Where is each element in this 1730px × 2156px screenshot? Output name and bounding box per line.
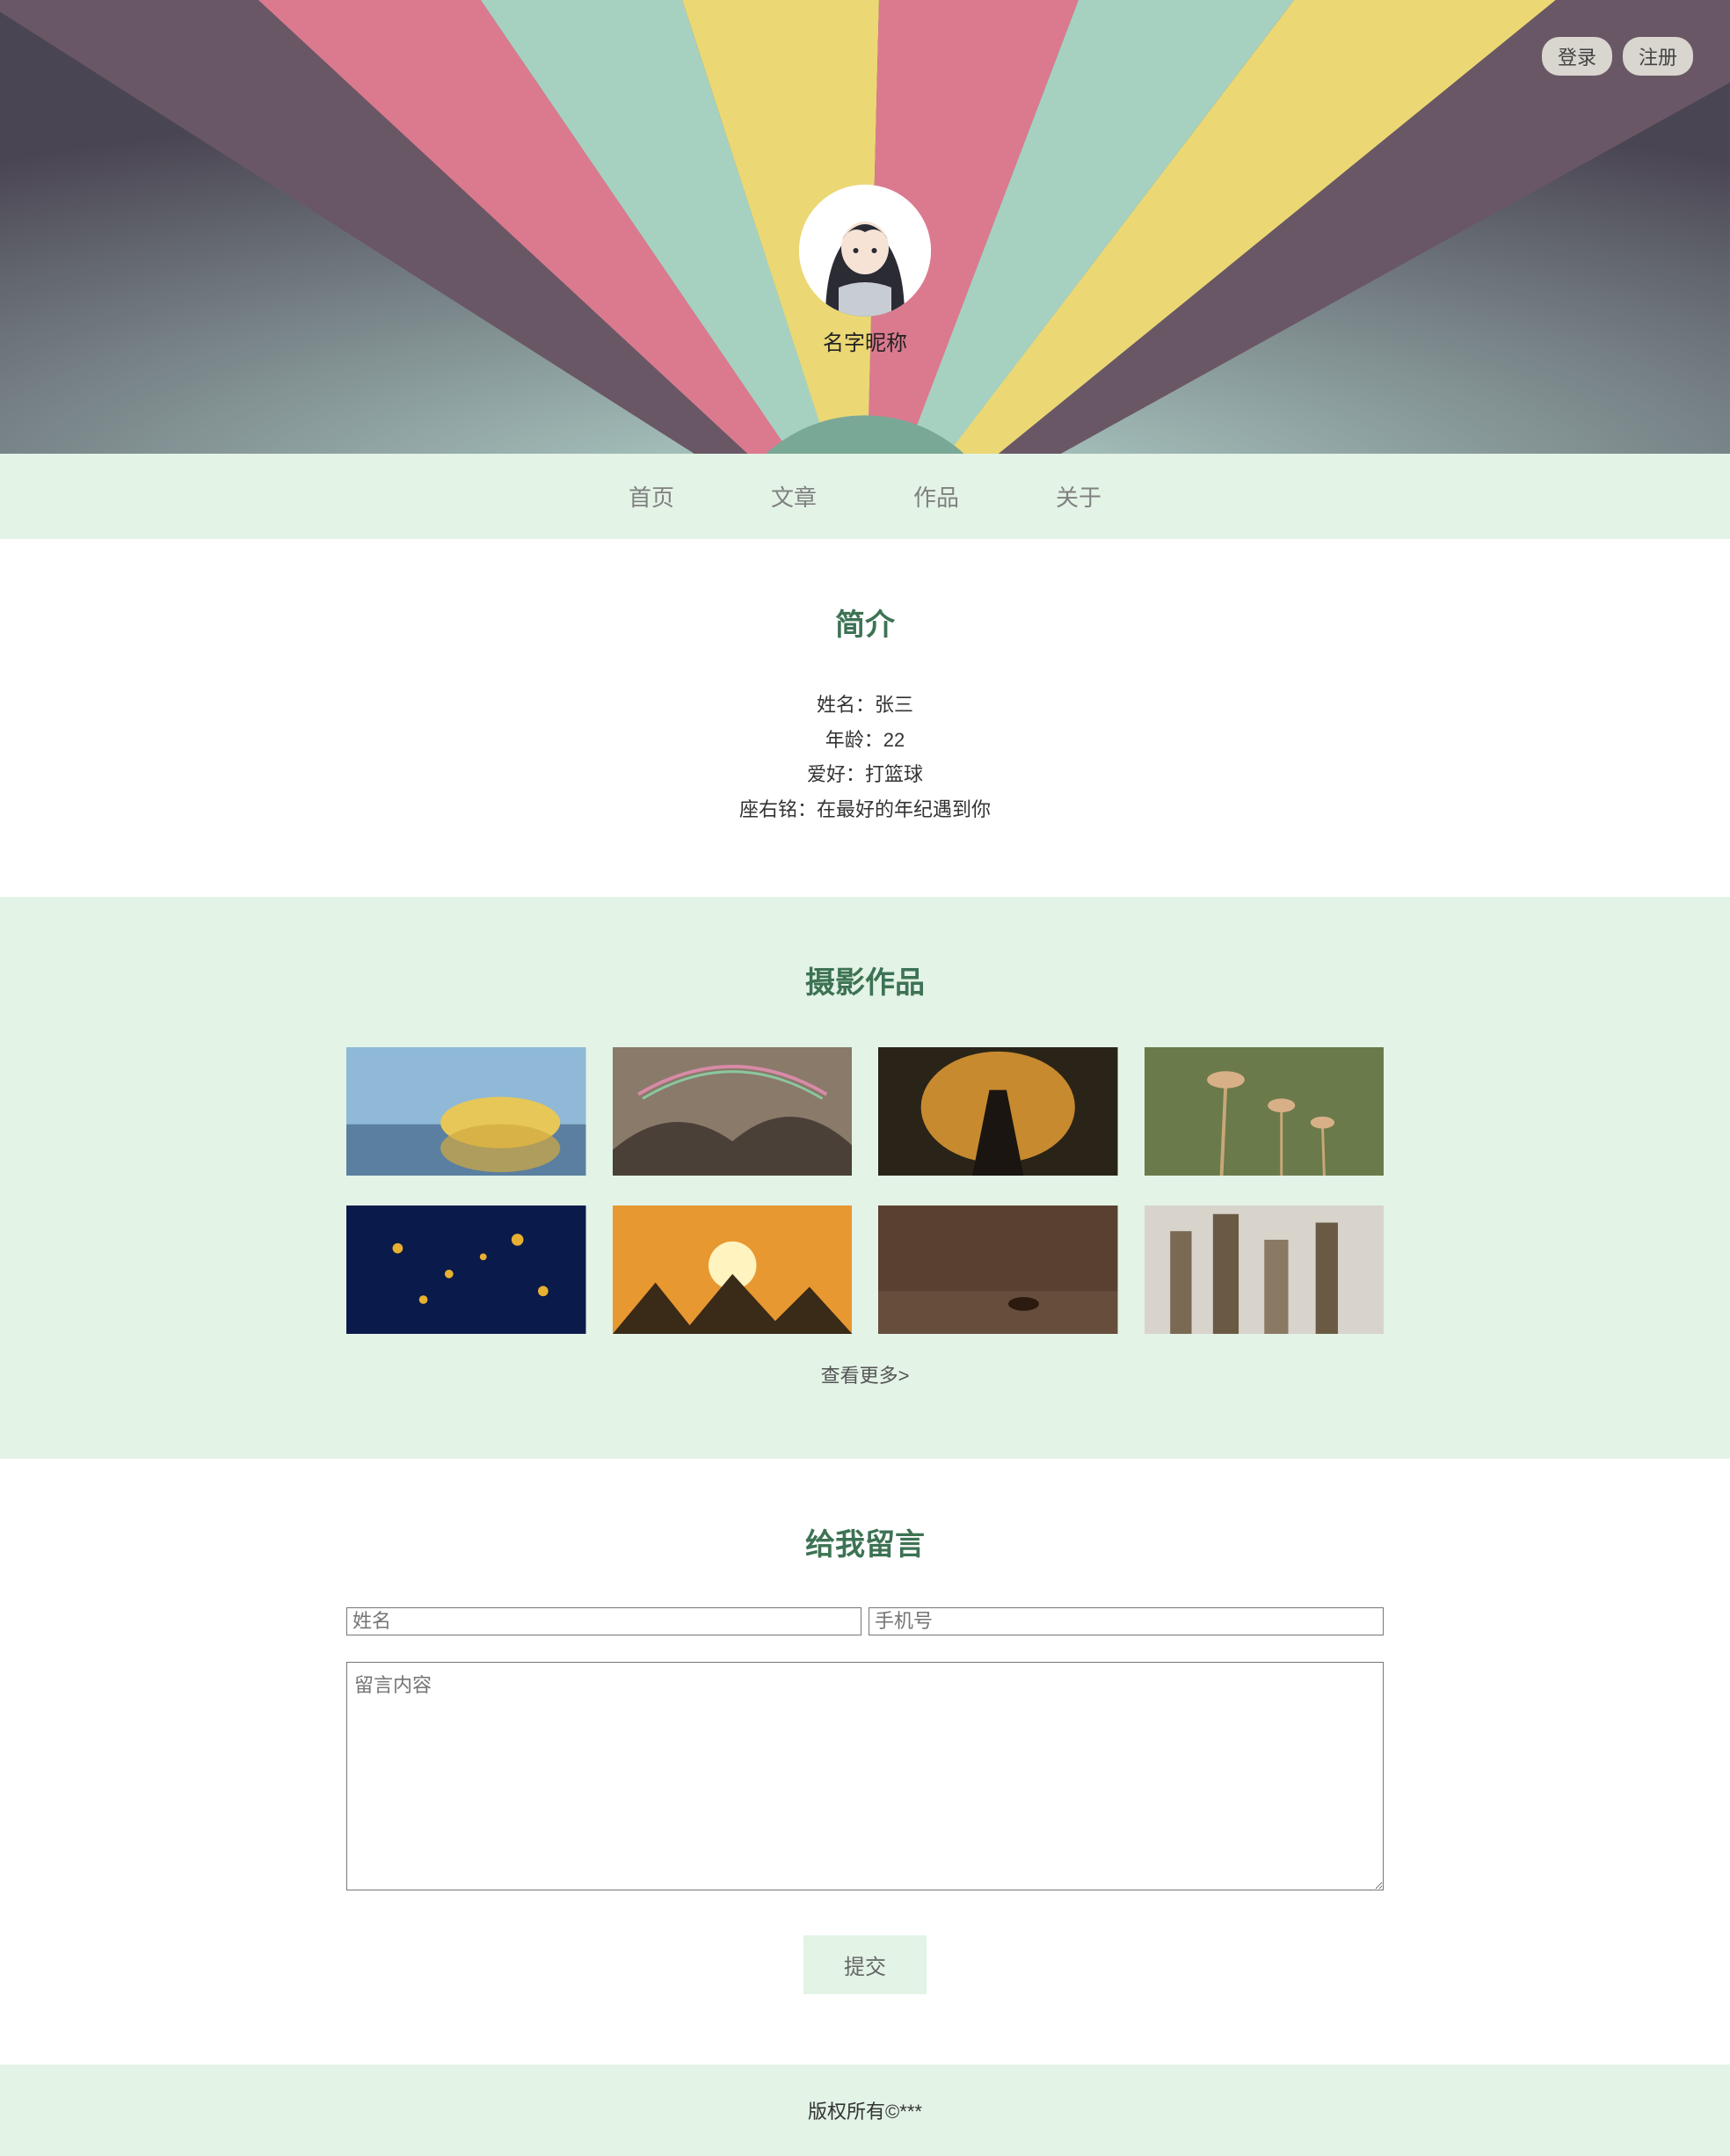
intro-motto: 座右铭：在最好的年纪遇到你 [0,792,1730,827]
intro-age: 年龄：22 [0,723,1730,758]
copyright-text: 版权所有©*** [808,2101,922,2123]
gallery-item[interactable] [1145,1204,1385,1336]
register-button[interactable]: 注册 [1623,37,1693,76]
contact-title: 给我留言 [0,1520,1730,1563]
gallery-item[interactable] [346,1045,586,1177]
intro-name: 姓名：张三 [0,688,1730,723]
nav-about[interactable]: 关于 [1056,480,1101,513]
gallery-item[interactable] [613,1204,853,1336]
avatar-image [799,185,931,317]
nickname-label: 名字昵称 [799,325,931,356]
login-button[interactable]: 登录 [1542,37,1612,76]
nav-home[interactable]: 首页 [629,480,674,513]
gallery-item[interactable] [346,1204,586,1336]
contact-section: 给我留言 提交 [0,1459,1730,2065]
gallery-item[interactable] [613,1045,853,1177]
phone-input[interactable] [869,1607,1384,1635]
profile-block: 名字昵称 [799,185,931,356]
message-textarea[interactable] [346,1662,1384,1890]
main-nav: 首页 文章 作品 关于 [0,454,1730,539]
intro-title: 简介 [0,601,1730,644]
footer: 版权所有©*** [0,2065,1730,2156]
intro-hobby: 爱好：打篮球 [0,757,1730,792]
nav-works[interactable]: 作品 [913,480,959,513]
gallery-item[interactable] [1145,1045,1385,1177]
gallery-item[interactable] [878,1204,1118,1336]
intro-section: 简介 姓名：张三 年龄：22 爱好：打篮球 座右铭：在最好的年纪遇到你 [0,539,1730,897]
gallery-item[interactable] [878,1045,1118,1177]
works-title: 摄影作品 [0,958,1730,1002]
name-input[interactable] [346,1607,861,1635]
view-more-link[interactable]: 查看更多> [0,1360,1730,1388]
avatar [799,185,931,317]
gallery-grid [346,1045,1384,1336]
submit-button[interactable]: 提交 [803,1935,927,1994]
hero-banner: 登录 注册 名字昵称 [0,0,1730,454]
nav-articles[interactable]: 文章 [771,480,817,513]
works-section: 摄影作品 查看更多> [0,897,1730,1459]
